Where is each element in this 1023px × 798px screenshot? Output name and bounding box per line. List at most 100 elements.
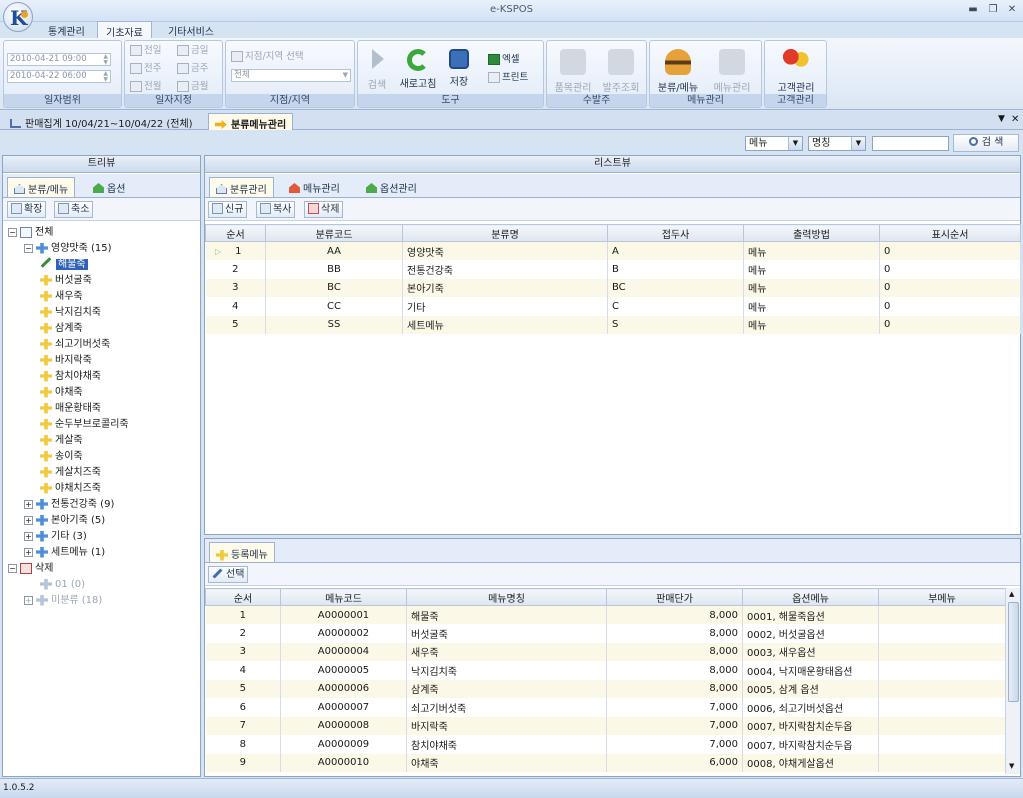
table-cell[interactable]: 2	[205, 624, 281, 643]
table-cell[interactable]: 7	[205, 716, 281, 735]
table-cell[interactable]: 0	[879, 278, 1021, 297]
search-button[interactable]: 검색	[364, 49, 390, 91]
collapse-toggle-icon[interactable]: −	[8, 563, 17, 573]
tree-group[interactable]: − 영양맛죽 (15)	[24, 242, 112, 256]
table-cell[interactable]: 야채죽	[406, 753, 607, 772]
table-cell[interactable]: 0001, 해물죽옵션	[742, 605, 879, 624]
search-type-select[interactable]: 메뉴 ▼	[745, 136, 803, 151]
table-cell[interactable]: 0007, 바지락참치순두옵	[742, 735, 879, 754]
collapse-toggle-icon[interactable]: −	[8, 227, 17, 237]
today-button[interactable]: 금일	[177, 44, 208, 58]
table-cell[interactable]: 8,000	[606, 679, 743, 698]
table-cell[interactable]: 8,000	[606, 642, 743, 661]
table-cell[interactable]: 참치야채죽	[406, 735, 607, 754]
refresh-button[interactable]: 새로고침	[398, 49, 438, 90]
table-cell[interactable]: ▷ 1	[205, 241, 266, 260]
table-cell[interactable]	[878, 679, 1006, 698]
tree-menu-item[interactable]: 낙지김치죽	[40, 306, 101, 320]
table-cell[interactable]: 낙지김치죽	[406, 661, 607, 680]
tab-basic-data[interactable]: 기초자료	[97, 21, 152, 39]
table-cell[interactable]: 0	[879, 315, 1021, 334]
table-cell[interactable]: A0000010	[280, 753, 407, 772]
table-cell[interactable]: 8,000	[606, 605, 743, 624]
table-cell[interactable]: 새우죽	[406, 642, 607, 661]
expand-toggle-icon[interactable]: +	[24, 595, 33, 605]
expand-toggle-icon[interactable]: +	[24, 531, 33, 541]
column-header[interactable]: 표시순서	[879, 224, 1021, 242]
table-cell[interactable]	[878, 735, 1006, 754]
table-cell[interactable]: 메뉴	[743, 315, 880, 334]
table-row[interactable]: 3 BC 본아기죽 BC 메뉴 0	[205, 278, 1021, 297]
tree-group[interactable]: + 기타 (3)	[24, 530, 87, 544]
table-row[interactable]: 6 A0000007 쇠고기버섯죽 7,000 0006, 쇠고기버섯옵션	[205, 698, 1006, 717]
table-cell[interactable]: 쇠고기버섯죽	[406, 698, 607, 717]
table-cell[interactable]: 버섯굴죽	[406, 624, 607, 643]
tree-deleted[interactable]: − 삭제	[8, 562, 53, 576]
table-cell[interactable]: C	[607, 297, 744, 316]
table-cell[interactable]: A0000001	[280, 605, 407, 624]
table-cell[interactable]: 5	[205, 679, 281, 698]
table-row[interactable]: 8 A0000009 참치야채죽 7,000 0007, 바지락참치순두옵	[205, 735, 1006, 754]
delete-button[interactable]: 삭제	[304, 201, 344, 218]
item-mgmt-button[interactable]: 품목관리	[551, 49, 595, 94]
table-cell[interactable]	[878, 605, 1006, 624]
table-cell[interactable]: SS	[265, 315, 403, 334]
search-go-button[interactable]: 검 색	[953, 134, 1019, 152]
tab-category-mgmt[interactable]: 분류관리	[209, 177, 274, 197]
table-cell[interactable]: S	[607, 315, 744, 334]
table-cell[interactable]: 8	[205, 735, 281, 754]
new-button[interactable]: 신규	[208, 201, 248, 218]
this-week-button[interactable]: 금주	[177, 62, 208, 76]
scroll-up-icon[interactable]: ▲	[1009, 590, 1014, 598]
customer-mgmt-button[interactable]: 고객관리	[771, 49, 821, 94]
table-cell[interactable]: A0000007	[280, 698, 407, 717]
branch-select-button[interactable]: 지점/지역 선택	[231, 50, 304, 64]
table-cell[interactable]: 7,000	[606, 716, 743, 735]
date-to-input[interactable]: 2010-04-22 06:00 ▲ ▼	[7, 70, 111, 83]
table-cell[interactable]: A0000006	[280, 679, 407, 698]
tree-menu-item[interactable]: 참치야채죽	[40, 370, 101, 384]
table-cell[interactable]: 4	[205, 661, 281, 680]
table-row[interactable]: 3 A0000004 새우죽 8,000 0003, 새우옵션	[205, 642, 1006, 661]
copy-button[interactable]: 복사	[256, 201, 296, 218]
table-cell[interactable]: 7,000	[606, 698, 743, 717]
tree-menu-item[interactable]: 바지락죽	[40, 354, 92, 368]
table-cell[interactable]: 삼계죽	[406, 679, 607, 698]
app-logo-button[interactable]: K	[3, 2, 33, 32]
table-row[interactable]: 1 A0000001 해물죽 8,000 0001, 해물죽옵션	[205, 605, 1006, 624]
table-cell[interactable]: A0000002	[280, 624, 407, 643]
reg-scrollbar[interactable]: ▲ ▼	[1005, 588, 1020, 774]
table-cell[interactable]: A0000009	[280, 735, 407, 754]
column-header[interactable]: 순서	[205, 224, 266, 242]
order-inquiry-button[interactable]: 발주조회	[598, 49, 644, 94]
tree-deleted-item[interactable]: + 미분류 (18)	[24, 594, 102, 608]
table-cell[interactable]: 0002, 버섯굴옵션	[742, 624, 879, 643]
table-cell[interactable]: 0006, 쇠고기버섯옵션	[742, 698, 879, 717]
table-cell[interactable]: 6	[205, 698, 281, 717]
table-cell[interactable]	[878, 716, 1006, 735]
table-cell[interactable]	[878, 661, 1006, 680]
column-header[interactable]: 판매단가	[606, 588, 743, 606]
table-row[interactable]: 5 A0000006 삼계죽 8,000 0005, 삼계 옵션	[205, 679, 1006, 698]
table-cell[interactable]: A0000008	[280, 716, 407, 735]
excel-button[interactable]: 엑셀	[488, 53, 519, 67]
table-cell[interactable]: 전통건강죽	[402, 260, 608, 279]
scroll-down-icon[interactable]: ▼	[1009, 762, 1014, 770]
tree-menu-item[interactable]: 순두부브로콜리죽	[40, 418, 129, 432]
table-cell[interactable]: 본아기죽	[402, 278, 608, 297]
table-cell[interactable]: 영양맛죽	[402, 241, 608, 260]
table-cell[interactable]: 3	[205, 278, 266, 297]
table-cell[interactable]: 메뉴	[743, 260, 880, 279]
expand-button[interactable]: 확장	[7, 201, 47, 218]
column-header[interactable]: 출력방법	[743, 224, 880, 242]
column-header[interactable]: 옵션메뉴	[742, 588, 879, 606]
tree-group[interactable]: + 본아기죽 (5)	[24, 514, 105, 528]
table-cell[interactable]: BC	[265, 278, 403, 297]
prev-week-button[interactable]: 전주	[130, 62, 161, 76]
table-cell[interactable]: 8,000	[606, 661, 743, 680]
tree-menu-item[interactable]: 삼계죽	[40, 322, 83, 336]
tree-menu-item[interactable]: 매운황태죽	[40, 402, 101, 416]
table-cell[interactable]	[878, 642, 1006, 661]
doc-tab-category-menu[interactable]: 분류메뉴관리	[208, 113, 294, 131]
prev-month-button[interactable]: 전월	[130, 80, 161, 94]
